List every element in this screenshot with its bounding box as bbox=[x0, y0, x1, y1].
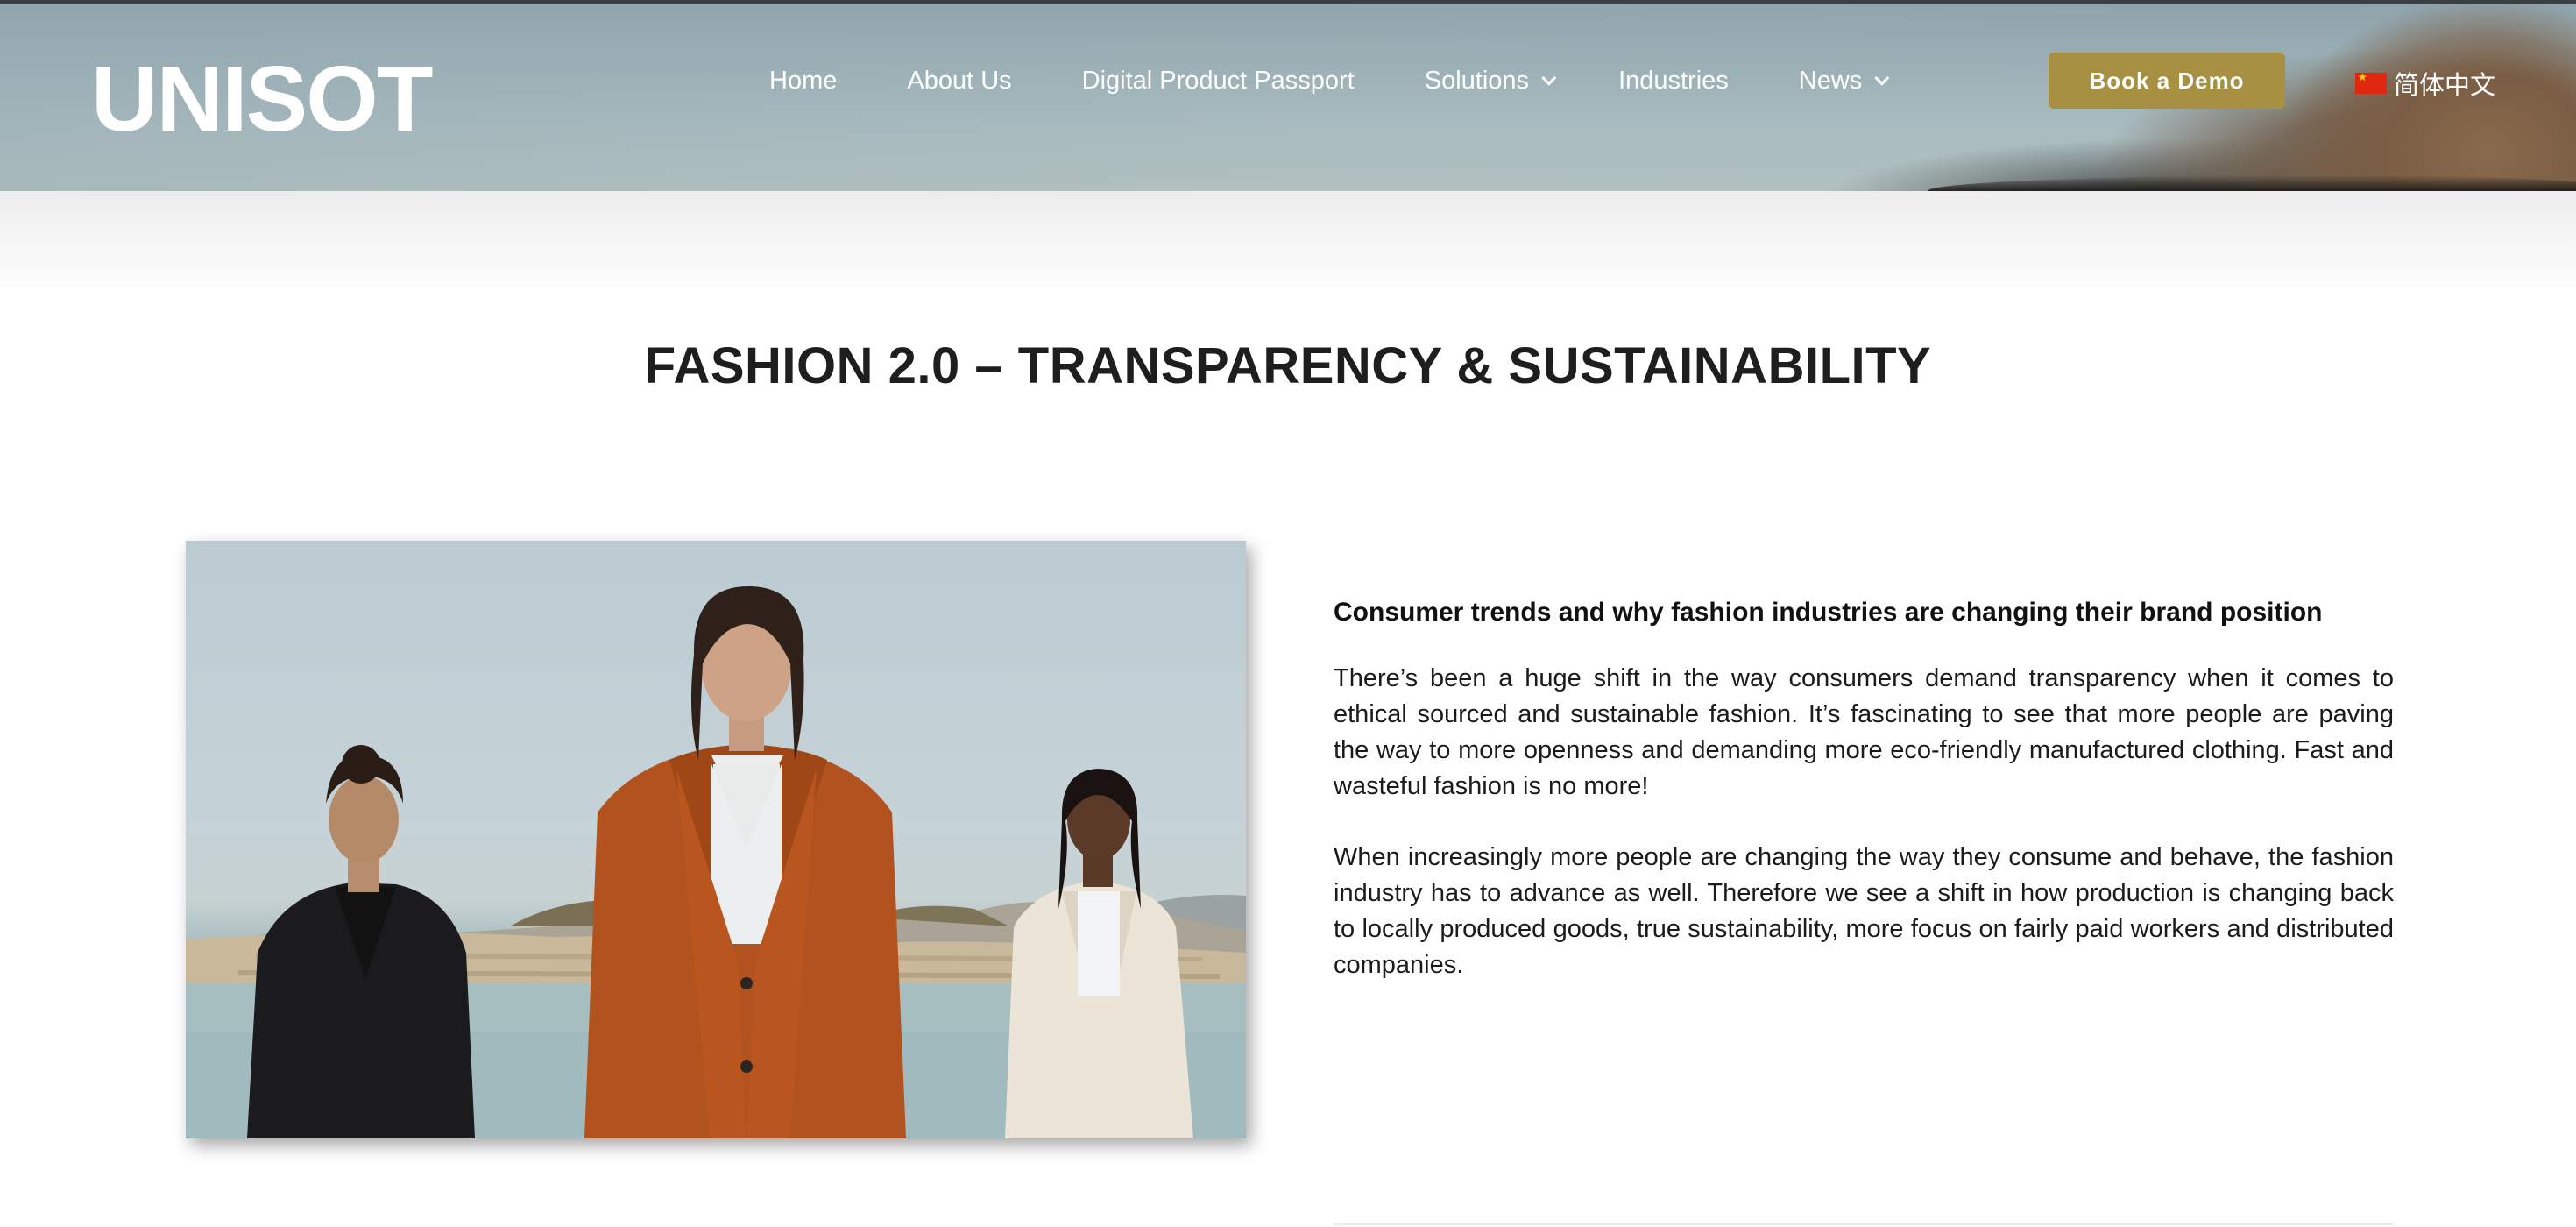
nav-item-label: Digital Product Passport bbox=[1081, 66, 1355, 95]
site-logo[interactable]: UNISOT bbox=[91, 53, 433, 145]
nav-item-label: News bbox=[1798, 66, 1863, 95]
site-header: UNISOT Home About Us Digital Product Pas… bbox=[0, 0, 2576, 191]
nav-item-label: Home bbox=[769, 66, 838, 95]
article: Consumer trends and why fashion industri… bbox=[1334, 594, 2394, 1018]
article-paragraph: There’s been a huge shift in the way con… bbox=[1334, 664, 2394, 800]
article-heading: Consumer trends and why fashion industri… bbox=[1334, 598, 2323, 627]
nav-item-label: Industries bbox=[1618, 66, 1729, 95]
section-divider bbox=[1334, 1223, 2394, 1225]
article-paragraph: When increasingly more people are changi… bbox=[1334, 843, 2394, 979]
nav-item-about-us[interactable]: About Us bbox=[907, 67, 1011, 96]
nav-item-label: About Us bbox=[907, 66, 1012, 95]
hero-image bbox=[186, 541, 1246, 1138]
nav-item-label: Solutions bbox=[1424, 66, 1530, 95]
book-demo-button[interactable]: Book a Demo bbox=[2049, 53, 2285, 109]
language-label: 简体中文 bbox=[2394, 72, 2496, 100]
china-flag-icon bbox=[2355, 71, 2387, 94]
chevron-down-icon bbox=[1541, 70, 1557, 86]
nav-item-digital-product-passport[interactable]: Digital Product Passport bbox=[1082, 67, 1355, 96]
nav-item-home[interactable]: Home bbox=[769, 67, 837, 96]
header-shadow bbox=[0, 191, 2576, 296]
nav-item-solutions[interactable]: Solutions bbox=[1424, 66, 1557, 96]
page-title: FASHION 2.0 – TRANSPARENCY & SUSTAINABIL… bbox=[644, 337, 1932, 394]
nav-item-industries[interactable]: Industries bbox=[1618, 67, 1729, 96]
hero-photo-illustration bbox=[186, 585, 1246, 1138]
main-nav: Home About Us Digital Product Passport S… bbox=[769, 63, 1890, 98]
language-switcher[interactable]: 简体中文 bbox=[2355, 65, 2495, 102]
nav-item-news[interactable]: News bbox=[1798, 66, 1890, 96]
